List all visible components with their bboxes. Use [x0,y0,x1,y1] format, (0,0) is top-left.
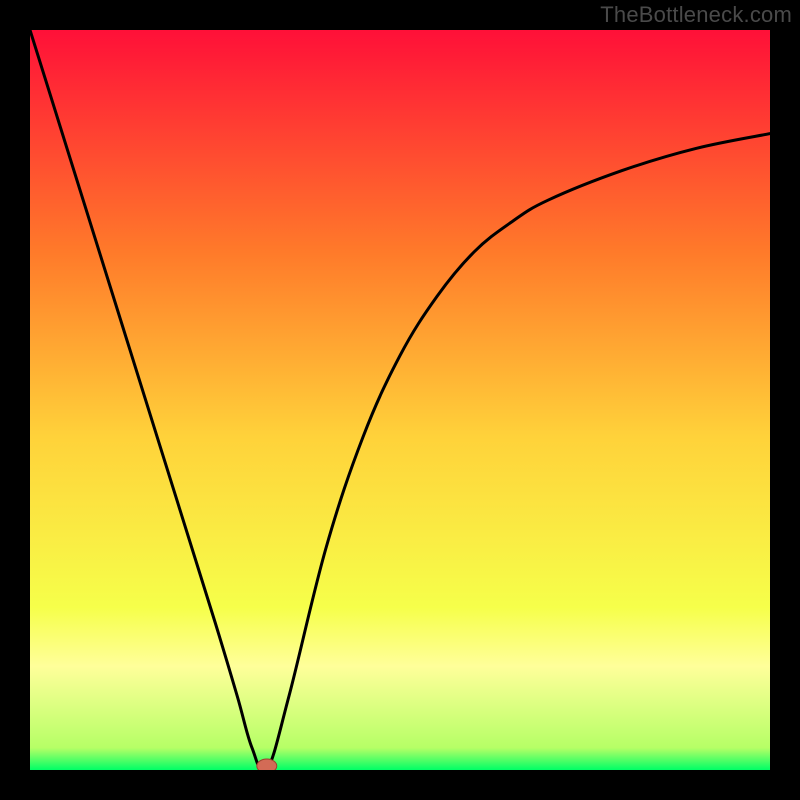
bottleneck-chart [30,30,770,770]
chart-frame: TheBottleneck.com [0,0,800,800]
minimum-marker [257,759,277,770]
plot-background [30,30,770,770]
watermark-text: TheBottleneck.com [600,2,792,28]
